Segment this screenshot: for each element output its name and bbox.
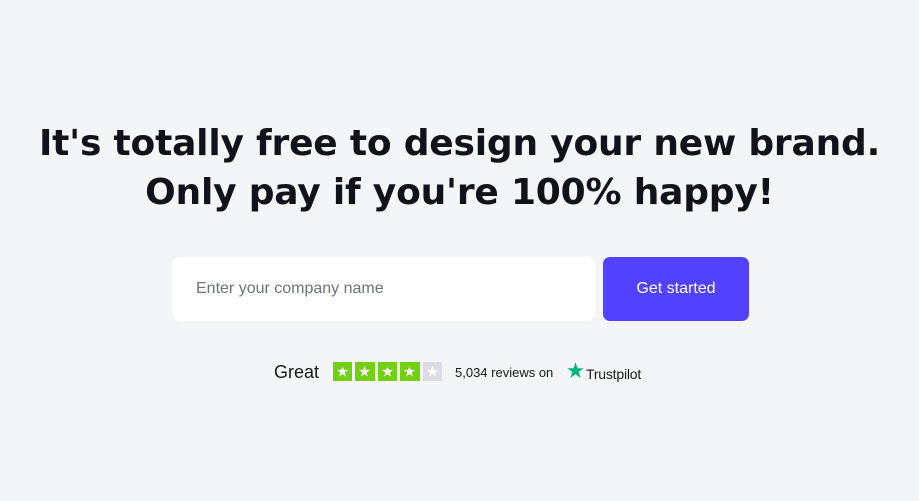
hero-section: It's totally free to design your new bra… xyxy=(0,0,919,501)
rating-label: Great xyxy=(274,362,320,382)
star-empty xyxy=(422,362,442,381)
star-icon xyxy=(336,365,349,377)
trustpilot-rating: Great 5,034 reviews on Trustpilot xyxy=(0,359,919,387)
star-rating xyxy=(333,362,443,381)
get-started-button[interactable]: Get started xyxy=(603,257,749,321)
star-icon xyxy=(404,365,416,377)
review-count-text: 5,034 reviews on xyxy=(455,365,554,380)
star-icon xyxy=(381,365,393,377)
star-icon xyxy=(426,365,438,377)
headline-line-1: It's totally free to design your new bra… xyxy=(38,123,881,164)
trustpilot-star-icon xyxy=(567,362,584,378)
trustpilot-logo[interactable]: Trustpilot xyxy=(566,361,650,383)
headline-line-2: Only pay if you're 100% happy! xyxy=(145,172,774,213)
star-filled xyxy=(400,362,420,381)
hero-headline: It's totally free to design your new bra… xyxy=(0,119,919,217)
company-name-input[interactable] xyxy=(172,257,595,321)
trustpilot-wordmark: Trustpilot xyxy=(586,366,642,382)
star-icon xyxy=(359,365,371,377)
star-filled xyxy=(355,362,375,381)
star-filled xyxy=(333,362,353,381)
star-filled xyxy=(377,362,398,381)
signup-form: Get started xyxy=(172,257,749,321)
